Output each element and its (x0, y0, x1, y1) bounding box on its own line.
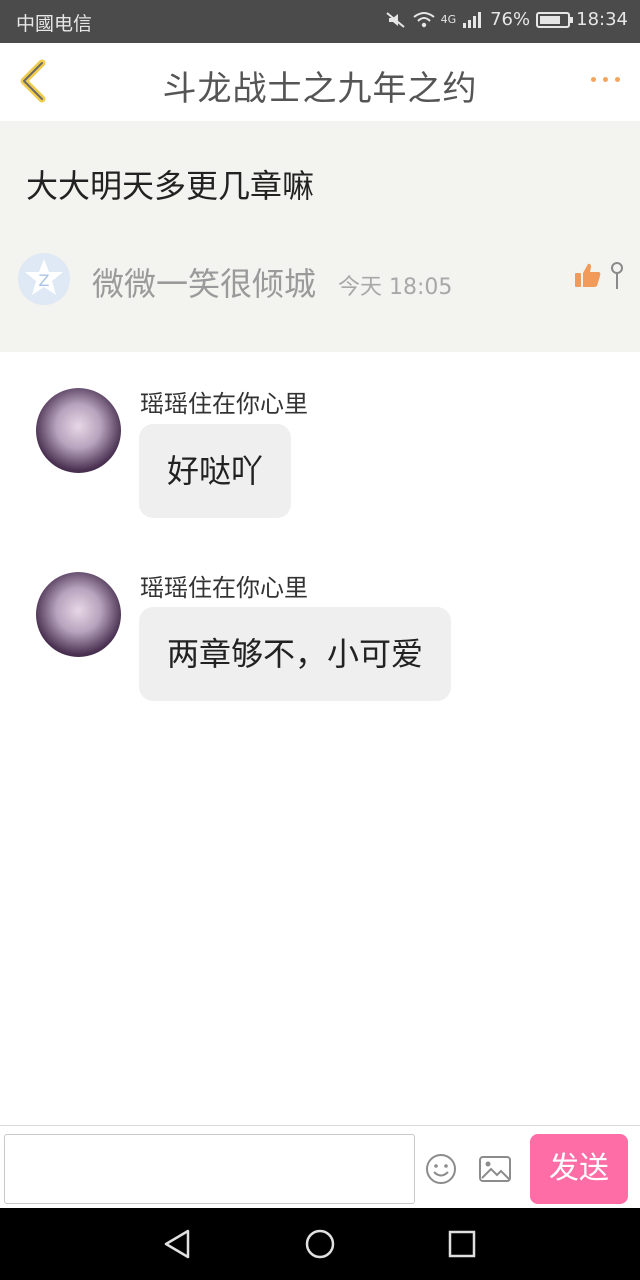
avatar[interactable] (36, 388, 121, 473)
post-author-name[interactable]: 微微一笑很倾城 (92, 259, 316, 305)
image-icon[interactable] (478, 1154, 512, 1184)
post-timestamp: 今天 18:05 (338, 275, 453, 300)
more-dots-icon[interactable] (591, 77, 620, 82)
send-button[interactable]: 发送 (530, 1134, 628, 1204)
svg-text:Z: Z (39, 271, 50, 290)
nav-home-icon[interactable] (304, 1228, 336, 1260)
original-post: 大大明天多更几章嘛 Z 微微一笑很倾城 今天 18:05 (0, 121, 640, 352)
post-text: 大大明天多更几章嘛 (26, 167, 315, 205)
app-header: 斗龙战士之九年之约 (0, 43, 640, 122)
signal-icon (463, 11, 482, 28)
pin-icon[interactable] (610, 261, 624, 291)
thumbs-up-icon[interactable] (574, 261, 602, 289)
battery-percent: 76% (490, 9, 531, 30)
reply-input-bar: 发送 (0, 1125, 640, 1209)
smiley-icon[interactable] (424, 1152, 458, 1186)
carrier-name: 中國电信 (16, 13, 93, 35)
page-title: 斗龙战士之九年之约 (162, 69, 478, 109)
message-bubble: 两章够不，小可爱 (139, 607, 452, 701)
nav-back-icon[interactable] (162, 1228, 194, 1260)
reply-author-name[interactable]: 瑶瑶住在你心里 (140, 384, 308, 419)
status-bar: 中國电信 4G 76% 18:34 (0, 0, 640, 43)
reply-author-name[interactable]: 瑶瑶住在你心里 (140, 568, 308, 603)
wifi-icon (412, 11, 435, 27)
post-author-avatar[interactable]: Z (18, 253, 70, 305)
dot (603, 77, 608, 82)
battery-icon (536, 11, 574, 28)
nav-recents-icon[interactable] (446, 1228, 478, 1260)
dot (591, 77, 596, 82)
status-icons: 4G 76% 18:34 (385, 9, 628, 30)
avatar[interactable] (36, 572, 121, 657)
network-type: 4G (440, 13, 457, 26)
reply-input[interactable] (4, 1134, 415, 1204)
dot (615, 77, 620, 82)
clock: 18:34 (576, 9, 628, 30)
system-nav-bar (0, 1208, 640, 1280)
mute-icon (385, 11, 405, 28)
message-bubble: 好哒吖 (139, 424, 292, 518)
